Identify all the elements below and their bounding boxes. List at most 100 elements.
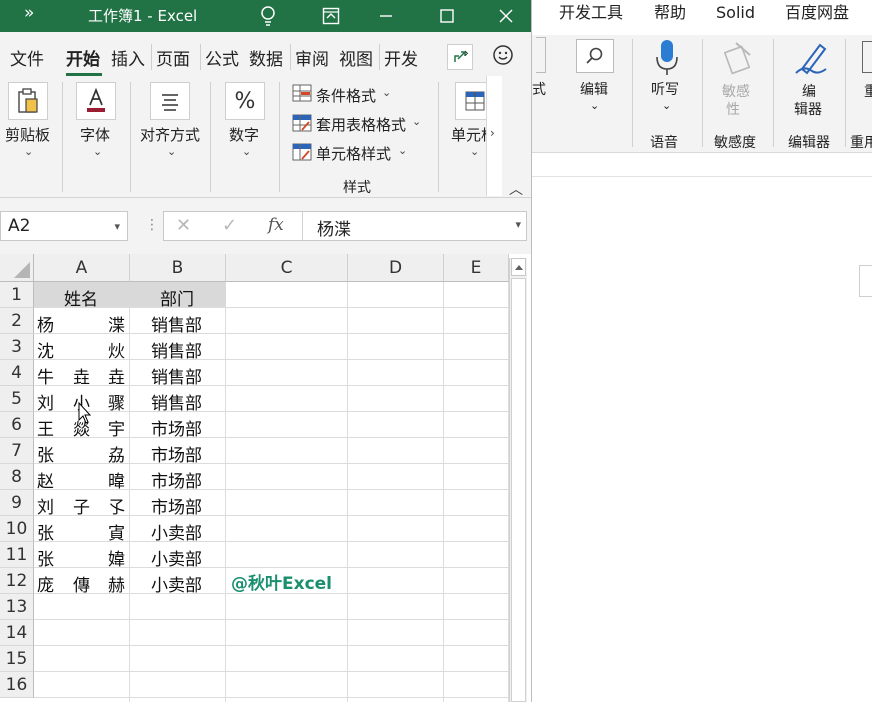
name-char[interactable]: 劦 — [108, 441, 125, 466]
column-header-b[interactable]: B — [130, 254, 226, 282]
bg-tab-help[interactable]: 帮助 — [654, 0, 686, 30]
name-box[interactable]: A2 ▾ — [0, 211, 128, 241]
name-char[interactable]: 垚 — [73, 363, 90, 388]
chevron-down-icon[interactable]: ⌄ — [93, 145, 102, 158]
chevron-down-icon[interactable]: ⌄ — [398, 144, 407, 157]
select-all-corner[interactable] — [0, 254, 34, 282]
tab-file[interactable]: 文件 — [10, 45, 44, 70]
scroll-thumb[interactable] — [511, 278, 526, 702]
tab-review[interactable]: 审阅 — [295, 45, 329, 70]
row-header-12[interactable]: 12 — [0, 568, 34, 594]
name-char[interactable]: 刘 — [37, 493, 54, 518]
dept-cell[interactable]: 销售部 — [151, 363, 202, 388]
number-label[interactable]: 数字 — [229, 124, 259, 145]
cell-styles-button[interactable]: 单元格样式 — [316, 143, 391, 164]
name-char[interactable]: 张 — [37, 441, 54, 466]
name-char[interactable]: 杨 — [37, 311, 54, 336]
formula-input-area[interactable]: ✕ ✓ fx 杨渫 ▾ — [163, 211, 527, 241]
name-char[interactable]: 炏 — [108, 337, 125, 362]
row-header-11[interactable]: 11 — [0, 542, 34, 568]
insert-function-icon[interactable]: fx — [268, 215, 284, 235]
name-char[interactable]: 刘 — [37, 389, 54, 414]
font-label[interactable]: 字体 — [80, 124, 110, 145]
cell-b1[interactable]: 部门 — [160, 285, 194, 310]
cancel-icon[interactable]: ✕ — [176, 215, 191, 236]
row-header-1[interactable]: 1 — [0, 282, 34, 308]
alignment-label[interactable]: 对齐方式 — [140, 124, 200, 145]
chevron-down-icon[interactable]: ⌄ — [24, 145, 33, 158]
name-char[interactable]: 骤 — [108, 389, 125, 414]
bg-tab-solid[interactable]: Solid — [716, 0, 755, 30]
column-header-a[interactable]: A — [34, 254, 130, 282]
dept-cell[interactable]: 小卖部 — [151, 545, 202, 570]
bg-tab-baidu[interactable]: 百度网盘 — [785, 0, 849, 30]
row-header-10[interactable]: 10 — [0, 516, 34, 542]
chevron-down-icon[interactable]: ⌄ — [382, 86, 391, 99]
close-icon[interactable] — [486, 0, 526, 32]
dept-cell[interactable]: 市场部 — [151, 415, 202, 440]
dept-cell[interactable]: 销售部 — [151, 337, 202, 362]
minimize-icon[interactable] — [366, 0, 406, 32]
format-as-table-button[interactable]: 套用表格格式 — [316, 114, 406, 135]
dept-cell[interactable]: 市场部 — [151, 467, 202, 492]
name-char[interactable]: 寊 — [108, 519, 125, 544]
name-char[interactable]: 孓 — [108, 493, 125, 518]
dept-cell[interactable]: 市场部 — [151, 493, 202, 518]
percent-icon[interactable]: % — [225, 82, 265, 120]
row-header-6[interactable]: 6 — [0, 412, 34, 438]
formula-content[interactable]: 杨渫 — [317, 215, 351, 240]
clipboard-label[interactable]: 剪贴板 — [5, 124, 50, 145]
name-char[interactable]: 赫 — [108, 571, 125, 596]
name-char[interactable]: 牛 — [37, 363, 54, 388]
dept-cell[interactable]: 销售部 — [151, 311, 202, 336]
dept-cell[interactable]: 小卖部 — [151, 571, 202, 596]
name-char[interactable]: 媁 — [108, 545, 125, 570]
maximize-icon[interactable] — [427, 0, 467, 32]
name-char[interactable]: 王 — [37, 415, 54, 440]
tab-view[interactable]: 视图 — [339, 45, 373, 70]
row-header-14[interactable]: 14 — [0, 620, 34, 646]
ribbon-display-icon[interactable] — [311, 0, 351, 32]
chevron-down-icon[interactable]: ▾ — [114, 213, 120, 241]
column-header-d[interactable]: D — [348, 254, 444, 282]
row-header-9[interactable]: 9 — [0, 490, 34, 516]
name-char[interactable]: 张 — [37, 519, 54, 544]
vertical-scrollbar[interactable] — [509, 258, 527, 702]
column-header-e[interactable]: E — [444, 254, 509, 282]
lightbulb-icon[interactable] — [248, 0, 288, 32]
more-options-icon[interactable]: ⋮ — [145, 217, 159, 233]
quick-access-chevron-icon[interactable]: » — [24, 3, 34, 23]
cell-a1[interactable]: 姓名 — [64, 285, 98, 310]
enter-icon[interactable]: ✓ — [222, 215, 237, 236]
column-header-c[interactable]: C — [226, 254, 348, 282]
bg-tab-developer[interactable]: 开发工具 — [559, 0, 623, 30]
share-icon[interactable] — [447, 44, 473, 70]
dept-cell[interactable]: 小卖部 — [151, 519, 202, 544]
tab-formulas[interactable]: 公式 — [205, 45, 239, 70]
name-char[interactable]: 傳 — [73, 571, 90, 596]
row-header-16[interactable]: 16 — [0, 672, 34, 698]
row-header-15[interactable]: 15 — [0, 646, 34, 672]
smiley-icon[interactable] — [492, 44, 514, 66]
expand-formula-icon[interactable]: ▾ — [515, 218, 521, 231]
name-char[interactable]: 赵 — [37, 467, 54, 492]
name-char[interactable]: 庞 — [37, 571, 54, 596]
dept-cell[interactable]: 销售部 — [151, 389, 202, 414]
conditional-format-button[interactable]: 条件格式 — [316, 85, 376, 106]
scroll-right-icon[interactable]: › — [464, 46, 469, 60]
name-char[interactable]: 宇 — [108, 415, 125, 440]
name-char[interactable]: 子 — [73, 493, 90, 518]
bg-edit-group[interactable]: 编辑 ⌄ — [574, 35, 618, 153]
chevron-down-icon[interactable]: ⌄ — [412, 115, 421, 128]
name-char[interactable]: 暐 — [108, 467, 125, 492]
row-header-2[interactable]: 2 — [0, 308, 34, 334]
row-header-7[interactable]: 7 — [0, 438, 34, 464]
dept-cell[interactable]: 市场部 — [151, 441, 202, 466]
row-header-8[interactable]: 8 — [0, 464, 34, 490]
name-char[interactable]: 渫 — [108, 311, 125, 336]
name-char[interactable]: 张 — [37, 545, 54, 570]
ribbon-scroll-right[interactable]: › — [486, 76, 502, 196]
chevron-down-icon[interactable]: ⌄ — [242, 145, 251, 158]
collapse-ribbon-icon[interactable]: ︿ — [509, 179, 523, 199]
cells-label[interactable]: 单元格 — [451, 124, 487, 145]
